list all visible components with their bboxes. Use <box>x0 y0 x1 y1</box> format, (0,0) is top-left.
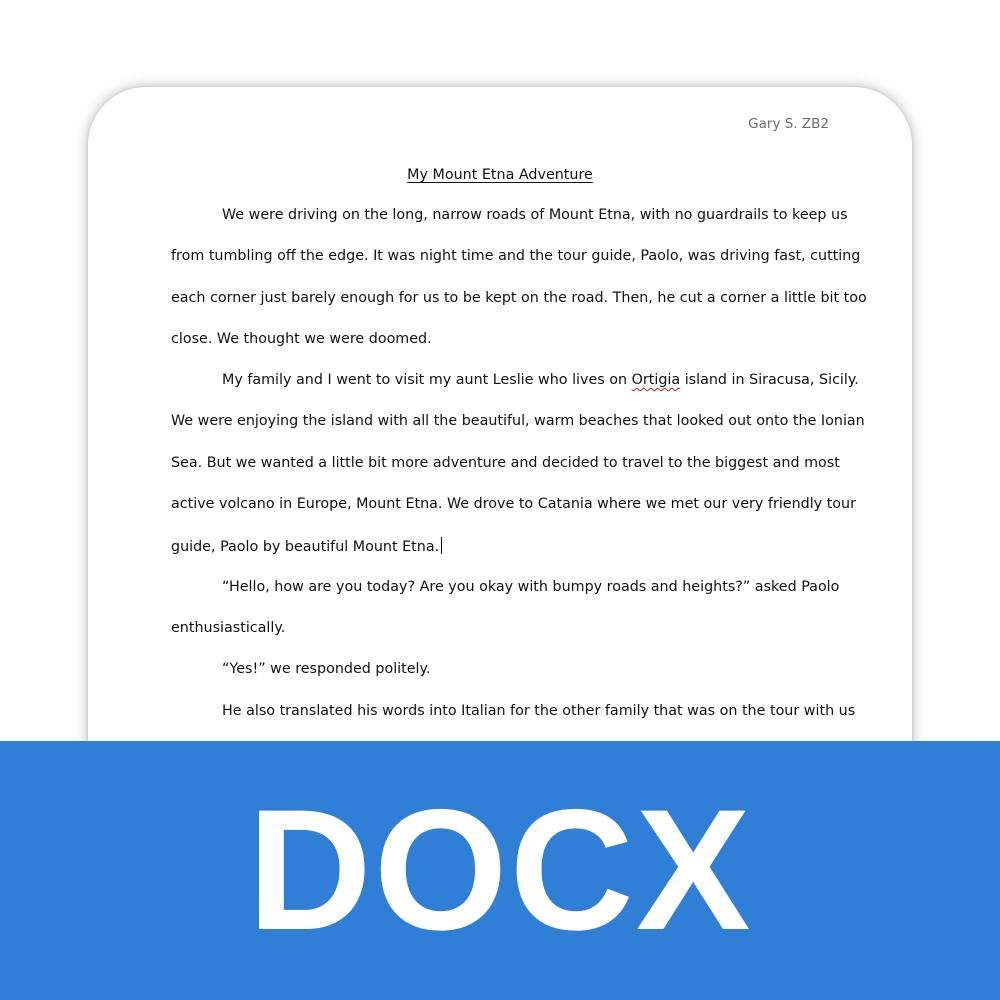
paragraph-line: from tumbling off the edge. It was night… <box>171 248 861 264</box>
line-text: island in Siracusa, Sicily. <box>684 372 859 388</box>
paragraph-line: Sea. But we wanted a little bit more adv… <box>171 455 840 471</box>
paragraph-line: guide, Paolo by beautiful Mount Etna. <box>171 537 829 555</box>
paragraph-line: My family and I went to visit my aunt Le… <box>171 372 859 388</box>
file-type-label: DOCX <box>247 774 753 966</box>
paragraph-line: close. We thought we were doomed. <box>171 331 432 347</box>
paragraph-line: enthusiastically. <box>171 620 286 636</box>
text-cursor <box>441 537 443 554</box>
document-title-text: My Mount Etna Adventure <box>407 167 593 183</box>
misspelled-word[interactable]: Ortigia <box>632 372 681 388</box>
paragraph-line: active volcano in Europe, Mount Etna. We… <box>171 496 856 512</box>
paragraph-line: “Hello, how are you today? Are you okay … <box>222 579 840 595</box>
paragraph-line: He also translated his words into Italia… <box>222 703 856 719</box>
paragraph-line: We were enjoying the island with all the… <box>171 413 865 429</box>
document-title: My Mount Etna Adventure <box>0 167 1000 183</box>
line-text: guide, Paolo by beautiful Mount Etna. <box>171 539 440 555</box>
paragraph-line: “Yes!” we responded politely. <box>222 661 431 677</box>
document-author: Gary S. ZB2 <box>748 116 829 132</box>
paragraph-line: We were driving on the long, narrow road… <box>222 207 848 223</box>
paragraph-line: each corner just barely enough for us to… <box>171 290 867 306</box>
line-text: My family and I went to visit my aunt Le… <box>222 372 628 388</box>
